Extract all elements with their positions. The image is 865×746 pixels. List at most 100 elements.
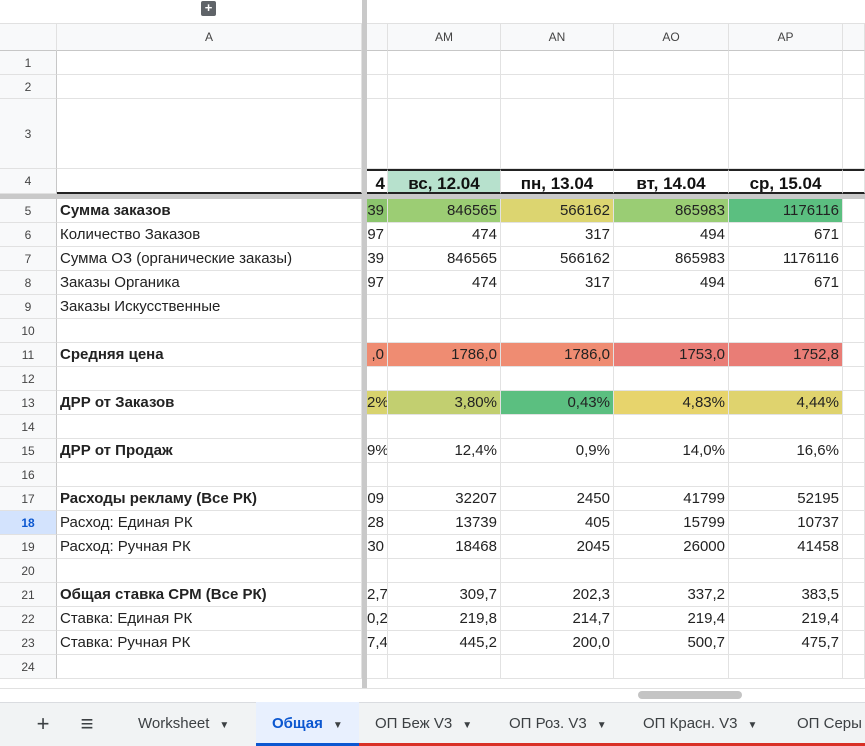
cell-am-1[interactable]: [388, 51, 501, 75]
value-cell-ap-7[interactable]: 1176116: [729, 247, 843, 271]
row-header-17[interactable]: 17: [0, 487, 57, 511]
value-cell-ao-23[interactable]: 500,7: [614, 631, 729, 655]
value-cell-partial-13[interactable]: 2%: [367, 391, 388, 415]
cell-extra-23[interactable]: [843, 631, 865, 655]
value-cell-ao-8[interactable]: 494: [614, 271, 729, 295]
row-header-15[interactable]: 15: [0, 439, 57, 463]
row-label-12[interactable]: [57, 367, 362, 391]
value-cell-ao-6[interactable]: 494: [614, 223, 729, 247]
row-label-15[interactable]: ДРР от Продаж: [57, 439, 362, 463]
value-cell-an-19[interactable]: 2045: [501, 535, 614, 559]
all-sheets-menu-icon[interactable]: ≡: [74, 702, 100, 746]
date-header-ap[interactable]: ср, 15.04: [729, 169, 843, 194]
value-cell-partial-18[interactable]: 28: [367, 511, 388, 535]
row-header-2[interactable]: 2: [0, 75, 57, 99]
chevron-down-icon[interactable]: ▼: [597, 720, 607, 731]
sheet-tab-4[interactable]: ОП Роз. V3 ▼: [493, 702, 627, 746]
row-header-19[interactable]: 19: [0, 535, 57, 559]
row-header-6[interactable]: 6: [0, 223, 57, 247]
select-all-corner[interactable]: [0, 24, 57, 51]
value-cell-ap-23[interactable]: 475,7: [729, 631, 843, 655]
value-cell-an-5[interactable]: 566162: [501, 199, 614, 223]
column-header-an[interactable]: AN: [501, 24, 614, 51]
value-cell-ao-20[interactable]: [614, 559, 729, 583]
row-label-9[interactable]: Заказы Искусственные: [57, 295, 362, 319]
value-cell-ap-10[interactable]: [729, 319, 843, 343]
value-cell-ao-9[interactable]: [614, 295, 729, 319]
value-cell-am-13[interactable]: 3,80%: [388, 391, 501, 415]
value-cell-ap-16[interactable]: [729, 463, 843, 487]
chevron-down-icon[interactable]: ▼: [219, 720, 229, 731]
row-header-10[interactable]: 10: [0, 319, 57, 343]
row-label-10[interactable]: [57, 319, 362, 343]
value-cell-am-22[interactable]: 219,8: [388, 607, 501, 631]
date-header-ao[interactable]: вт, 14.04: [614, 169, 729, 194]
value-cell-am-19[interactable]: 18468: [388, 535, 501, 559]
value-cell-an-15[interactable]: 0,9%: [501, 439, 614, 463]
row-label-5[interactable]: Сумма заказов: [57, 199, 362, 223]
cell-extra-5[interactable]: [843, 199, 865, 223]
value-cell-ap-19[interactable]: 41458: [729, 535, 843, 559]
value-cell-am-18[interactable]: 13739: [388, 511, 501, 535]
value-cell-am-7[interactable]: 846565: [388, 247, 501, 271]
cell-partial-3[interactable]: [367, 99, 388, 169]
value-cell-am-23[interactable]: 445,2: [388, 631, 501, 655]
row-header-8[interactable]: 8: [0, 271, 57, 295]
row-header-11[interactable]: 11: [0, 343, 57, 367]
row-header-23[interactable]: 23: [0, 631, 57, 655]
row-header-13[interactable]: 13: [0, 391, 57, 415]
value-cell-an-24[interactable]: [501, 655, 614, 679]
value-cell-ao-21[interactable]: 337,2: [614, 583, 729, 607]
row-header-14[interactable]: 14: [0, 415, 57, 439]
cell-extra-14[interactable]: [843, 415, 865, 439]
cell-an-3[interactable]: [501, 99, 614, 169]
sheet-tab-5[interactable]: ОП Красн. V3 ▼: [627, 702, 781, 746]
frozen-row-divider[interactable]: [0, 194, 865, 199]
value-cell-partial-6[interactable]: 97: [367, 223, 388, 247]
value-cell-am-14[interactable]: [388, 415, 501, 439]
cell-extra-18[interactable]: [843, 511, 865, 535]
value-cell-partial-23[interactable]: 7,4: [367, 631, 388, 655]
value-cell-am-17[interactable]: 32207: [388, 487, 501, 511]
cell-a-4[interactable]: [57, 169, 362, 194]
cell-partial-1[interactable]: [367, 51, 388, 75]
value-cell-an-23[interactable]: 200,0: [501, 631, 614, 655]
cell-extra-8[interactable]: [843, 271, 865, 295]
row-header-21[interactable]: 21: [0, 583, 57, 607]
value-cell-partial-9[interactable]: [367, 295, 388, 319]
date-header-an[interactable]: пн, 13.04: [501, 169, 614, 194]
value-cell-ap-14[interactable]: [729, 415, 843, 439]
value-cell-ao-19[interactable]: 26000: [614, 535, 729, 559]
cell-an-1[interactable]: [501, 51, 614, 75]
value-cell-ap-5[interactable]: 1176116: [729, 199, 843, 223]
horizontal-scrollbar-thumb[interactable]: [638, 691, 742, 699]
value-cell-ap-12[interactable]: [729, 367, 843, 391]
cell-a-3[interactable]: [57, 99, 362, 169]
value-cell-ao-12[interactable]: [614, 367, 729, 391]
chevron-down-icon[interactable]: ▼: [333, 720, 343, 731]
cell-ao-1[interactable]: [614, 51, 729, 75]
value-cell-am-16[interactable]: [388, 463, 501, 487]
row-header-4[interactable]: 4: [0, 169, 57, 194]
cell-an-2[interactable]: [501, 75, 614, 99]
value-cell-ap-8[interactable]: 671: [729, 271, 843, 295]
value-cell-an-7[interactable]: 566162: [501, 247, 614, 271]
value-cell-ap-20[interactable]: [729, 559, 843, 583]
row-header-24[interactable]: 24: [0, 655, 57, 679]
row-label-13[interactable]: ДРР от Заказов: [57, 391, 362, 415]
value-cell-partial-21[interactable]: 2,7: [367, 583, 388, 607]
value-cell-partial-15[interactable]: 9%: [367, 439, 388, 463]
row-label-23[interactable]: Ставка: Ручная РК: [57, 631, 362, 655]
cell-extra-10[interactable]: [843, 319, 865, 343]
cell-a-1[interactable]: [57, 51, 362, 75]
value-cell-am-8[interactable]: 474: [388, 271, 501, 295]
sheet-tab-3[interactable]: ОП Беж V3 ▼: [359, 702, 493, 746]
value-cell-ap-21[interactable]: 383,5: [729, 583, 843, 607]
column-header-am[interactable]: AM: [388, 24, 501, 51]
value-cell-an-21[interactable]: 202,3: [501, 583, 614, 607]
value-cell-an-9[interactable]: [501, 295, 614, 319]
value-cell-am-24[interactable]: [388, 655, 501, 679]
cell-extra-21[interactable]: [843, 583, 865, 607]
value-cell-partial-16[interactable]: [367, 463, 388, 487]
value-cell-ao-24[interactable]: [614, 655, 729, 679]
